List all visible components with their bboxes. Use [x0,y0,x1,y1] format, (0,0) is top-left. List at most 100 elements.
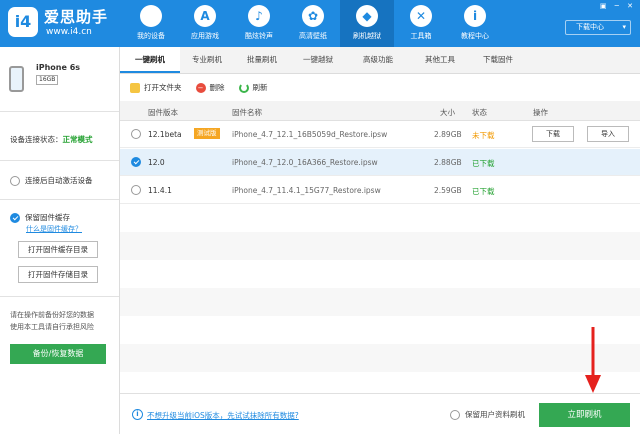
app-logo-icon: i4 [8,7,38,37]
col-action: 操作 [533,108,548,117]
firmware-name: iPhone_4.7_11.4.1_15G77_Restore.ipsw [232,186,381,195]
sidebar: iPhone 6s 16GB 设备连接状态：正常模式 连接后自动激活设备 保留固… [0,47,120,434]
keep-firmware-option[interactable]: 保留固件缓存 [10,212,70,223]
warning-line: 使用本工具请自行承担风险 [10,323,94,331]
nav-item-2[interactable]: ♪ 酷炫铃声 [232,0,286,47]
nav-label: 高清壁纸 [299,32,327,40]
info-icon: i [132,409,143,420]
divider [0,296,119,297]
nav-label: 教程中心 [461,32,489,40]
connection-status-label: 设备连接状态： [10,135,63,144]
divider [0,160,119,161]
tools-icon: ✕ [410,5,432,27]
open-cache-dir-button[interactable]: 打开固件缓存目录 [18,241,98,258]
app-title: 爱思助手 [44,8,109,26]
nav-item-1[interactable]: A 应用游戏 [178,0,232,47]
radio-icon[interactable] [10,175,20,186]
dropbox-icon: ◆ [356,5,378,27]
keep-firmware-label: 保留固件缓存 [25,213,70,222]
import-button[interactable]: 导入 [587,126,629,142]
radio-icon[interactable] [131,157,141,167]
refresh-icon [238,82,249,93]
firmware-size: 2.59GB [434,186,462,195]
divider [0,199,119,200]
auto-activate-label: 连接后自动激活设备 [25,176,93,185]
tab-3[interactable]: 一键越狱 [290,47,346,73]
checkbox-checked-icon[interactable] [10,212,20,223]
nav-item-0[interactable]: 我的设备 [124,0,178,47]
firmware-size: 2.88GB [434,158,462,167]
empty-row [120,288,640,316]
tab-5[interactable]: 其他工具 [410,47,470,73]
firmware-version: 11.4.1 [148,186,172,195]
nav-label: 应用游戏 [191,32,219,40]
empty-row [120,344,640,372]
connection-status: 设备连接状态：正常模式 [10,134,93,145]
delete-label: 删除 [209,83,225,92]
toolbar: 打开文件夹 − 删除 刷新 [120,74,640,101]
refresh-button[interactable]: 刷新 [238,82,268,93]
wallpaper-icon: ✿ [302,5,324,27]
radio-icon[interactable] [131,129,141,139]
table-row[interactable]: 12.0 iPhone_4.7_12.0_16A366_Restore.ipsw 2… [120,149,640,176]
iphone-icon [9,66,24,92]
status-text: 已下载 [472,159,495,168]
tab-4[interactable]: 高级功能 [346,47,410,73]
folder-icon [130,82,140,93]
app-store-icon: A [194,5,216,27]
download-center-label: 下载中心 [576,23,604,31]
open-store-dir-button[interactable]: 打开固件存储目录 [18,266,98,283]
download-button[interactable]: 下载 [532,126,574,142]
firmware-name: iPhone_4.7_12.1_16B5059d_Restore.ipsw [232,130,388,139]
app-url: www.i4.cn [46,27,92,37]
nav-label: 酷炫铃声 [245,32,273,40]
col-version: 固件版本 [148,108,178,117]
table-row[interactable]: 12.1beta iPhone_4.7_12.1_16B5059d_Restore… [120,121,640,148]
chevron-down-icon: ▾ [622,23,626,31]
open-folder-button[interactable]: 打开文件夹 [130,82,182,93]
device-capacity: 16GB [36,75,59,85]
firmware-version: 12.1beta [148,130,182,139]
flash-now-button[interactable]: 立即刷机 [539,403,630,427]
tab-0[interactable]: 一键刷机 [120,47,180,73]
divider [0,111,119,112]
bell-icon: ♪ [248,5,270,27]
table-row[interactable]: 11.4.1 iPhone_4.7_11.4.1_15G77_Restore.ip… [120,177,640,204]
firmware-version: 12.0 [148,158,165,167]
nav-label: 我的设备 [137,32,165,40]
app-header: i4 爱思助手 www.i4.cn 我的设备 A 应用游戏 ♪ 酷炫铃声 ✿ 高清壁纸 ◆ 刷机… [0,0,640,47]
download-center-button[interactable]: 下载中心 ▾ [565,20,631,35]
warning-line: 请在操作前备份好您的数据 [10,311,94,319]
nav-item-6[interactable]: i 教程中心 [448,0,502,47]
nav-label: 刷机越狱 [353,32,381,40]
delete-button[interactable]: − 删除 [195,82,225,93]
beta-badge: 测试版 [194,128,220,139]
nav-item-5[interactable]: ✕ 工具箱 [394,0,448,47]
radio-icon[interactable] [450,409,460,420]
refresh-label: 刷新 [252,83,268,92]
status-text: 未下载 [472,131,495,140]
nav-item-4[interactable]: ◆ 刷机越狱 [340,0,394,47]
info-icon: i [464,5,486,27]
open-folder-label: 打开文件夹 [144,83,182,92]
tab-1[interactable]: 专业刷机 [180,47,234,73]
empty-row [120,232,640,260]
tab-bar: 一键刷机 专业刷机 批量刷机 一键越狱 高级功能 其他工具 下载固件 [120,47,640,74]
erase-data-link[interactable]: 不想升级当前iOS版本，先试试抹除所有数据? [147,410,299,421]
connection-status-value: 正常模式 [62,135,93,144]
warning-text: 请在操作前备份好您的数据 使用本工具请自行承担风险 [10,309,116,333]
auto-activate-option[interactable]: 连接后自动激活设备 [10,175,93,186]
nav-item-3[interactable]: ✿ 高清壁纸 [286,0,340,47]
window-controls[interactable]: ▣ ─ ✕ [600,2,636,10]
col-status: 状态 [472,108,487,117]
apple-icon [140,5,162,27]
col-size: 大小 [440,108,455,117]
firmware-size: 2.89GB [434,130,462,139]
radio-icon[interactable] [131,185,141,195]
tab-6[interactable]: 下载固件 [470,47,526,73]
tab-2[interactable]: 批量刷机 [234,47,290,73]
bottom-bar: i 不想升级当前iOS版本，先试试抹除所有数据? 保留用户资料刷机 立即刷机 [120,393,640,434]
keep-user-data-option[interactable]: 保留用户资料刷机 [450,409,525,420]
what-is-cache-link[interactable]: 什么是固件缓存？ [26,224,82,234]
backup-restore-button[interactable]: 备份/恢复数据 [10,344,106,364]
